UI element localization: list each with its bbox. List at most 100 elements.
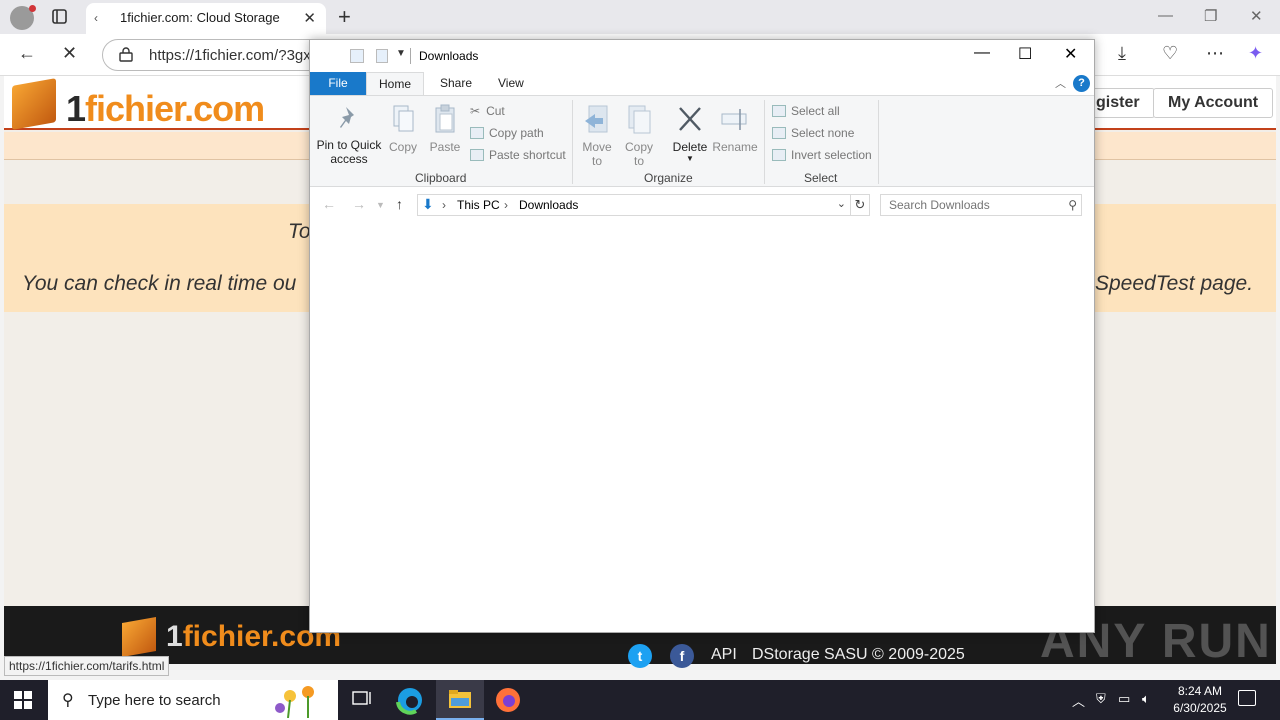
task-view-icon[interactable] — [338, 680, 386, 720]
pin-label-line-1: Pin to Quick — [316, 138, 382, 152]
group-separator — [878, 100, 879, 184]
path-dropdown-icon[interactable]: ⌄ — [837, 197, 846, 210]
browser-close-icon[interactable]: ✕ — [1250, 7, 1263, 25]
invert-selection-button[interactable]: Invert selection — [772, 148, 872, 162]
explorer-file-list[interactable] — [310, 221, 1094, 632]
refresh-icon[interactable]: ↻ — [850, 194, 870, 216]
paste-shortcut-label: Paste shortcut — [489, 148, 566, 162]
explorer-window-title: Downloads — [419, 49, 479, 63]
path-chevron-icon: › — [504, 198, 508, 212]
tab-share[interactable]: Share — [440, 76, 472, 90]
firefox-taskbar-icon[interactable] — [484, 680, 532, 720]
paste-shortcut-button[interactable]: Paste shortcut — [470, 148, 566, 162]
taskbar-clock[interactable]: 8:24 AM 6/30/2025 — [1160, 683, 1240, 717]
tab-view[interactable]: View — [498, 76, 524, 90]
tray-overflow-icon[interactable]: ︿ — [1072, 691, 1085, 710]
copy-to-button[interactable]: Copy to — [622, 104, 656, 168]
nav-up-icon[interactable]: ↑ — [396, 196, 403, 212]
breadcrumb-downloads[interactable]: Downloads — [519, 198, 578, 212]
copy-button[interactable]: Copy — [386, 104, 420, 154]
select-all-icon — [772, 105, 786, 117]
select-none-icon — [772, 127, 786, 139]
notice-line-2-end: SpeedTest page. — [1095, 272, 1254, 295]
help-icon[interactable]: ? — [1073, 75, 1090, 92]
network-icon[interactable]: ▭ — [1118, 691, 1130, 707]
profile-avatar[interactable] — [10, 5, 36, 30]
downloads-icon[interactable]: ⤓ — [1118, 43, 1126, 64]
recent-locations-icon[interactable]: ▼ — [376, 200, 385, 210]
file-explorer-taskbar-icon[interactable] — [436, 680, 484, 720]
quick-access-properties-icon[interactable] — [350, 49, 364, 63]
taskbar-search-icon: ⚲ — [62, 692, 74, 709]
logo-cube-icon — [12, 78, 56, 130]
tab-close-icon[interactable]: ✕ — [303, 9, 316, 27]
copy-path-icon — [470, 127, 484, 139]
footer-copyright: DStorage SASU © 2009-2025 — [752, 646, 965, 663]
pin-to-quick-access-button[interactable]: Pin to Quick access — [316, 104, 382, 166]
copy-to-icon — [628, 105, 651, 134]
explorer-navigation-bar: ← → ▼ ↑ ⬇ › This PC › Downloads ⌄ ↻ ⚲ — [310, 188, 1094, 221]
breadcrumb-this-pc[interactable]: This PC — [457, 198, 500, 212]
copy-path-button[interactable]: Copy path — [470, 126, 544, 140]
pin-label-line-2: access — [330, 152, 368, 166]
browser-tab[interactable]: ‹ 1fichier.com: Cloud Storage ✕ — [86, 3, 326, 34]
windows-start-icon[interactable] — [14, 691, 32, 709]
taskbar-search-box[interactable]: ⚲ Type here to search — [48, 680, 338, 720]
explorer-maximize-icon[interactable]: ☐ — [1018, 44, 1032, 64]
delete-dropdown-icon[interactable]: ▼ — [670, 154, 710, 163]
group-separator — [572, 100, 573, 184]
delete-button[interactable]: Delete ▼ — [670, 104, 710, 163]
move-to-icon — [585, 105, 608, 133]
explorer-search-input[interactable] — [881, 195, 1059, 215]
ribbon-collapse-icon[interactable]: ︿ — [1055, 75, 1066, 91]
explorer-close-icon[interactable]: ✕ — [1064, 44, 1077, 64]
windows-taskbar: ⚲ Type here to search ︿ ⛨ ▭ 🔈︎ 8:24 AM 6… — [0, 680, 1280, 720]
tray-security-icon[interactable]: ⛨ — [1096, 691, 1106, 707]
edge-taskbar-icon[interactable] — [386, 680, 434, 720]
browser-essentials-icon[interactable]: ♡ — [1162, 43, 1178, 64]
organize-group-label: Organize — [644, 171, 693, 185]
rename-button[interactable]: Rename — [712, 104, 758, 154]
delete-label: Delete — [672, 140, 708, 154]
rename-icon — [721, 109, 747, 130]
my-account-button[interactable]: My Account — [1153, 88, 1274, 118]
back-icon[interactable]: ← — [18, 43, 36, 64]
facebook-icon[interactable]: f — [670, 644, 694, 668]
group-separator — [764, 100, 765, 184]
explorer-search-box[interactable]: ⚲ — [880, 194, 1082, 216]
tab-actions-icon[interactable] — [50, 8, 70, 26]
nav-back-icon[interactable]: ← — [322, 196, 336, 212]
footer-logo-cube-icon — [122, 617, 156, 657]
quick-access-customize-icon[interactable]: ▼ — [396, 48, 406, 59]
notification-center-icon[interactable] — [1238, 690, 1256, 706]
address-path-bar[interactable]: ⬇ › This PC › Downloads ⌄ — [417, 194, 851, 216]
invert-selection-icon — [772, 149, 786, 161]
clock-time: 8:24 AM — [1177, 684, 1223, 698]
browser-tabstrip: ‹ 1fichier.com: Cloud Storage ✕ + — ❐ ✕ — [0, 0, 1280, 34]
browser-restore-icon[interactable]: ❐ — [1204, 7, 1217, 25]
footer-api-link[interactable]: API — [711, 646, 737, 664]
twitter-icon[interactable]: t — [628, 644, 652, 668]
quick-access-new-folder-icon[interactable] — [376, 49, 388, 63]
move-to-label-line-2: to — [591, 154, 602, 168]
tab-file[interactable]: File — [310, 72, 366, 95]
volume-icon[interactable]: 🔈︎ — [1142, 691, 1150, 707]
notice-line-1: To — [288, 220, 311, 243]
tab-home[interactable]: Home — [366, 72, 424, 96]
copilot-icon[interactable]: ✦ — [1248, 43, 1263, 64]
paste-button[interactable]: Paste — [428, 104, 462, 154]
explorer-minimize-icon[interactable]: — — [974, 44, 990, 62]
new-tab-icon[interactable]: + — [338, 4, 351, 30]
select-all-button[interactable]: Select all — [772, 104, 840, 118]
move-to-button[interactable]: Move to — [580, 104, 614, 168]
copy-path-label: Copy path — [489, 126, 544, 140]
settings-more-icon[interactable]: ⋯ — [1206, 43, 1224, 64]
stop-loading-icon[interactable]: ✕ — [62, 43, 77, 64]
select-group-label: Select — [804, 171, 838, 185]
logo-text-number: 1 — [66, 88, 86, 129]
nav-forward-icon[interactable]: → — [352, 196, 366, 212]
cut-button[interactable]: ✂ Cut — [470, 104, 505, 118]
browser-minimize-icon[interactable]: — — [1158, 7, 1173, 24]
select-none-button[interactable]: Select none — [772, 126, 854, 140]
paste-shortcut-icon — [470, 149, 484, 161]
